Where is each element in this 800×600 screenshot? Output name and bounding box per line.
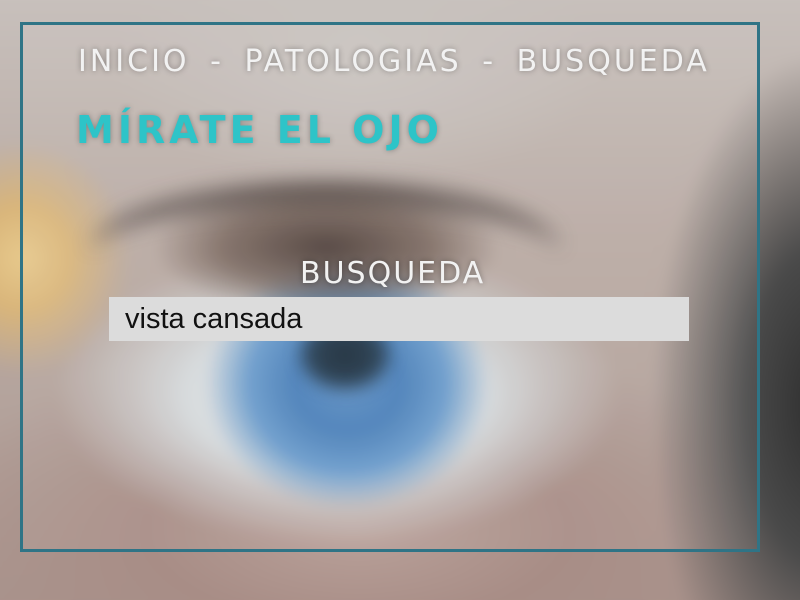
breadcrumb-separator: -: [210, 44, 224, 79]
app-window: INICIO - PATOLOGIAS - BUSQUEDA MÍRATE EL…: [0, 0, 800, 600]
breadcrumb-item-inicio[interactable]: INICIO: [78, 44, 190, 79]
search-heading: BUSQUEDA: [300, 256, 486, 291]
breadcrumb-item-busqueda[interactable]: BUSQUEDA: [517, 44, 710, 79]
site-logo-title[interactable]: MÍRATE EL OJO: [76, 108, 443, 152]
search-input[interactable]: [109, 297, 689, 341]
breadcrumb-item-patologias[interactable]: PATOLOGIAS: [244, 44, 461, 79]
breadcrumb: INICIO - PATOLOGIAS - BUSQUEDA: [78, 44, 728, 79]
breadcrumb-separator: -: [482, 44, 497, 79]
